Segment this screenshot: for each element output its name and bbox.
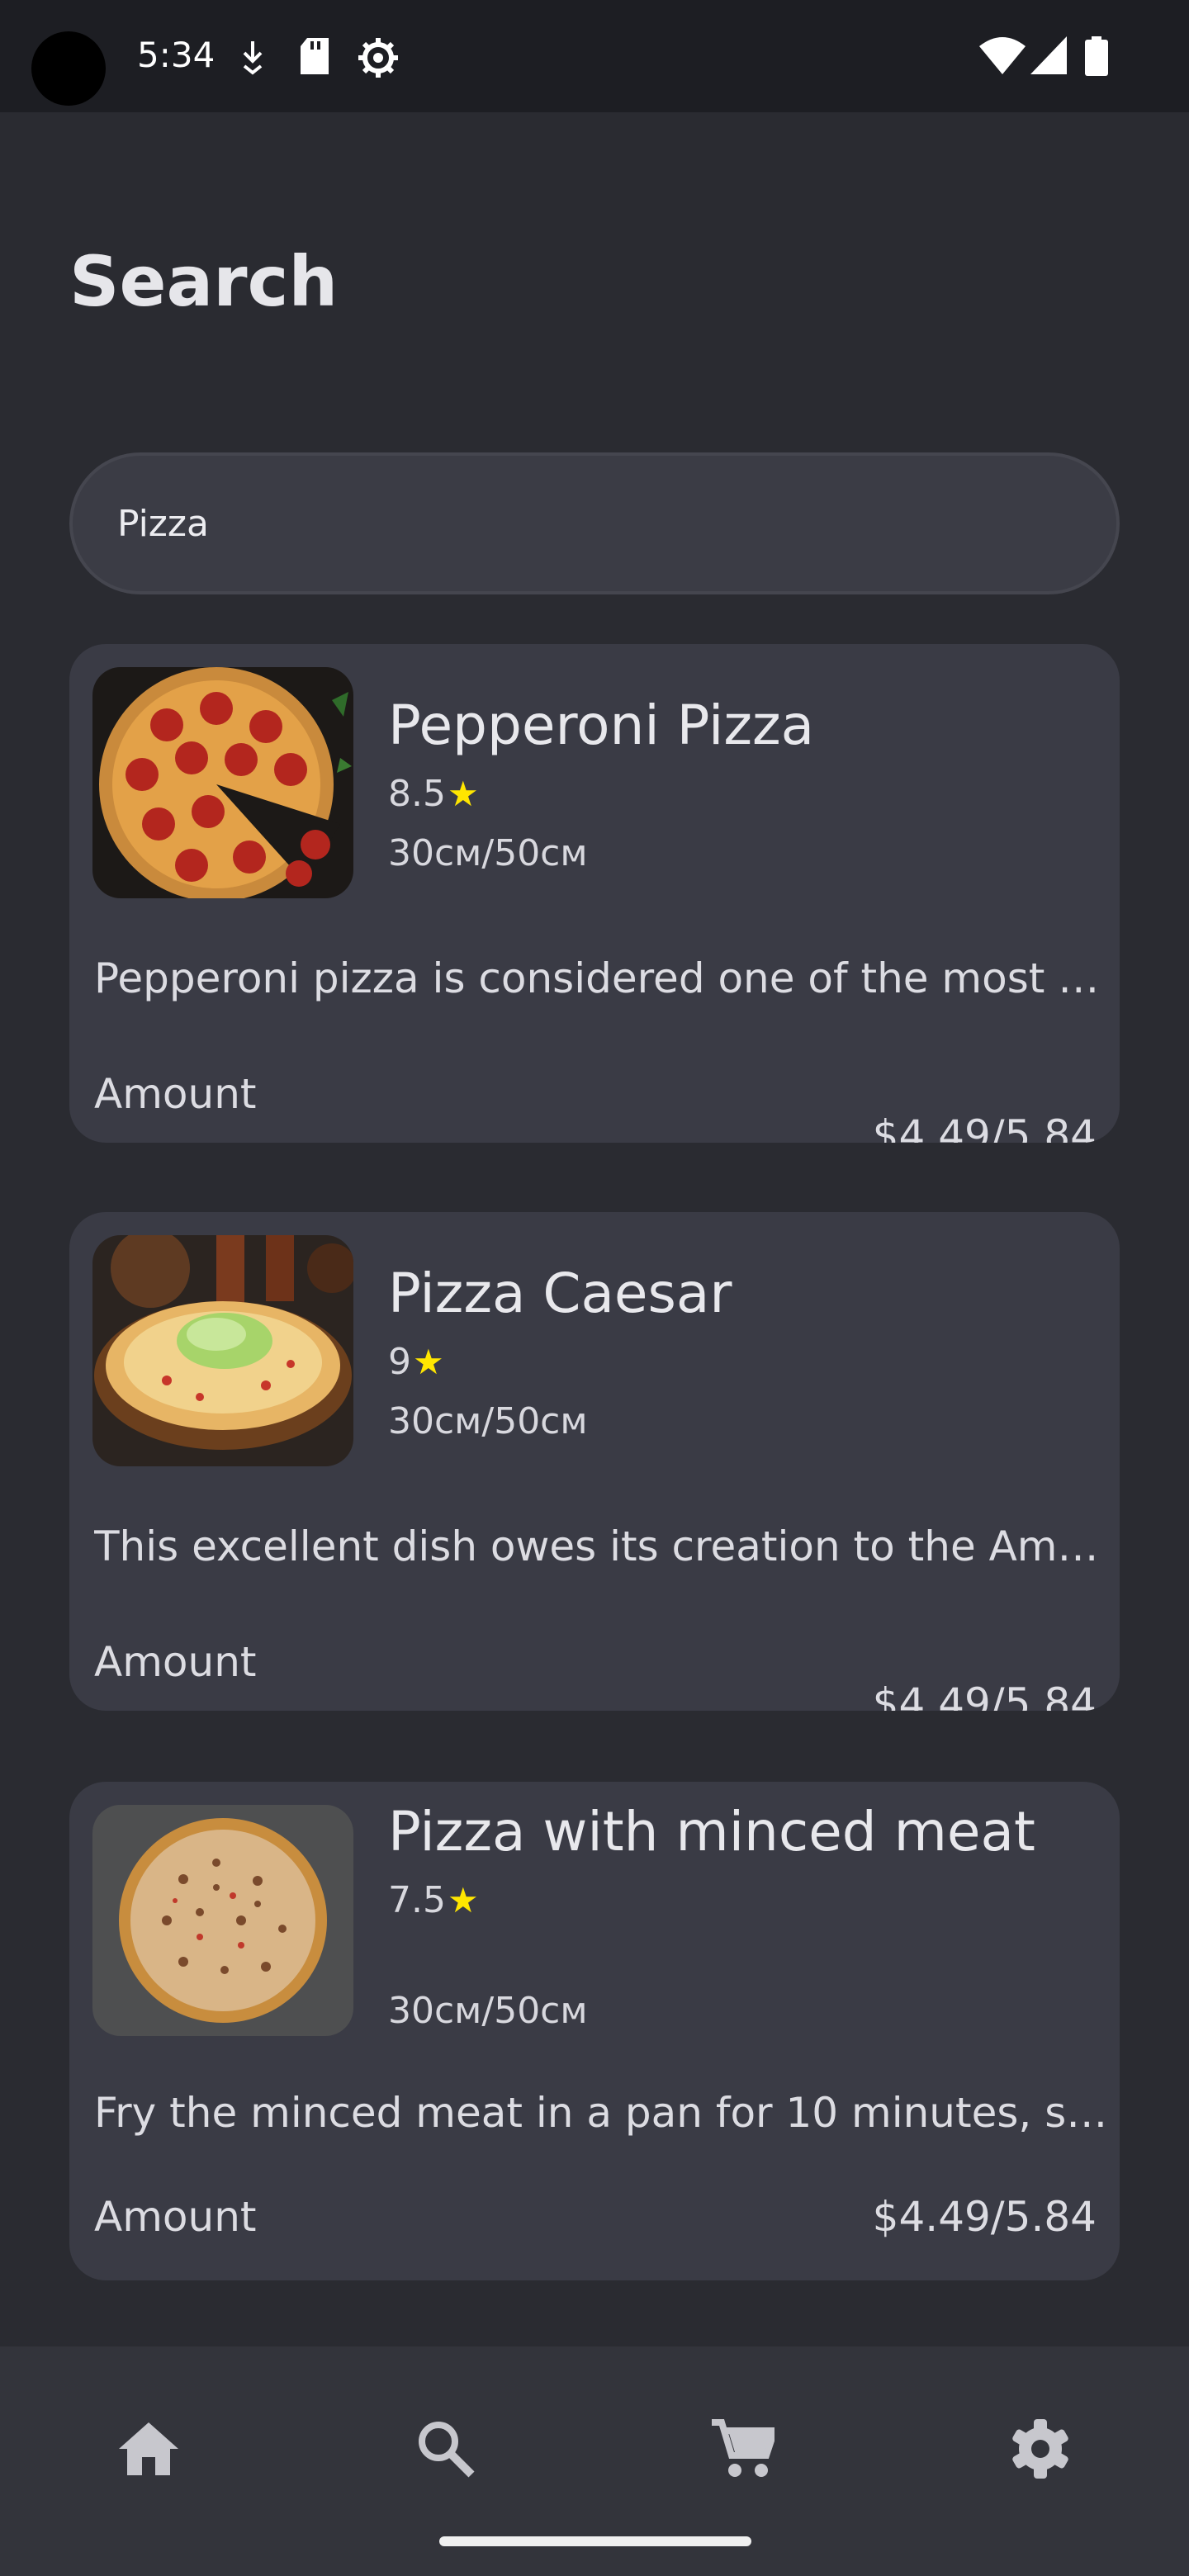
star-icon: ★ (447, 1880, 479, 1920)
nav-cart[interactable] (694, 2399, 793, 2498)
product-size: 30см/50см (388, 1400, 588, 1442)
settings-icon (1012, 2419, 1068, 2479)
star-icon: ★ (447, 774, 479, 814)
page-title: Search (69, 241, 339, 322)
search-icon (419, 2422, 475, 2478)
nav-settings[interactable] (991, 2399, 1090, 2498)
product-price: $4.49/5.84 (872, 2193, 1097, 2241)
camera-cutout (31, 31, 106, 106)
rating-value: 9 (388, 1341, 411, 1383)
wifi-icon (979, 37, 1026, 74)
amount-label: Amount (94, 2193, 257, 2241)
product-rating: 8.5 ★ (388, 773, 479, 815)
product-image-caesar-pizza (92, 1235, 353, 1466)
status-time: 5:34 (137, 35, 216, 75)
product-card[interactable]: Pizza with minced meat 7.5 ★ 30см/50см Fr… (69, 1782, 1120, 2280)
product-image-minced-meat-pizza (92, 1805, 353, 2036)
rating-value: 8.5 (388, 773, 446, 815)
product-name: Pepperoni Pizza (388, 694, 815, 757)
product-card[interactable]: Pepperoni Pizza 8.5 ★ 30см/50см Pepperoni… (69, 644, 1120, 1143)
product-description: This excellent dish owes its creation to… (94, 1522, 1115, 1570)
signal-icon (1030, 36, 1067, 74)
status-bar: 5:34 (0, 0, 1189, 112)
rating-value: 7.5 (388, 1879, 446, 1921)
product-name: Pizza Caesar (388, 1262, 732, 1325)
amount-label: Amount (94, 1070, 257, 1118)
product-description: Fry the minced meat in a pan for 10 minu… (94, 2089, 1115, 2137)
product-description: Pepperoni pizza is considered one of the… (94, 954, 1115, 1002)
download-icon (243, 41, 263, 75)
product-price: $4.49/5.84 (872, 1111, 1097, 1143)
product-rating: 7.5 ★ (388, 1879, 479, 1921)
battery-icon (1085, 36, 1108, 76)
product-image-pepperoni-pizza (92, 667, 353, 898)
bottom-navigation (0, 2346, 1189, 2576)
nav-search[interactable] (396, 2399, 495, 2498)
star-icon: ★ (413, 1342, 444, 1382)
product-name: Pizza with minced meat (388, 1800, 1035, 1863)
settings-gear-icon (358, 38, 398, 78)
product-size: 30см/50см (388, 1990, 588, 2032)
nav-home[interactable] (99, 2399, 198, 2498)
product-size: 30см/50см (388, 832, 588, 874)
search-box[interactable] (69, 452, 1120, 594)
product-card[interactable]: Pizza Caesar 9 ★ 30см/50см This excellent… (69, 1212, 1120, 1711)
cart-icon (712, 2419, 775, 2477)
sd-card-icon (301, 38, 329, 74)
home-indicator[interactable] (439, 2536, 751, 2546)
search-input[interactable] (117, 502, 1026, 545)
amount-label: Amount (94, 1638, 257, 1686)
product-rating: 9 ★ (388, 1341, 444, 1383)
home-icon (119, 2422, 178, 2475)
product-price: $4.49/5.84 (872, 1679, 1097, 1711)
